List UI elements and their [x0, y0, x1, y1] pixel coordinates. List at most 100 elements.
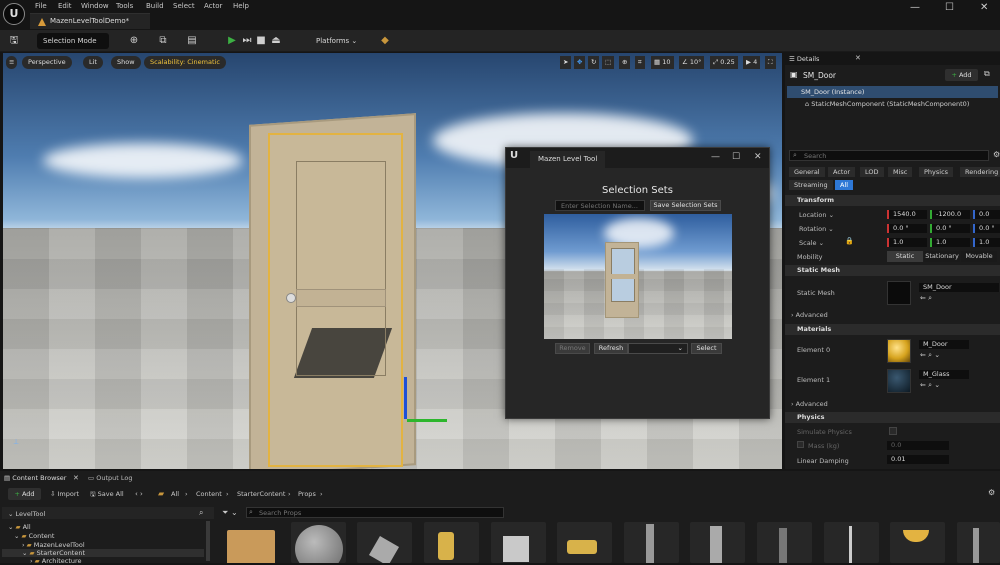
- viewport-menu-icon[interactable]: ≡: [6, 56, 18, 69]
- select-tool-icon[interactable]: ➤: [560, 56, 572, 69]
- breadcrumb-all[interactable]: All: [171, 490, 179, 498]
- play-icon[interactable]: ▶: [225, 34, 239, 48]
- category-misc[interactable]: Misc: [888, 167, 913, 177]
- rotation-label[interactable]: Rotation ⌄: [799, 225, 834, 233]
- component-row[interactable]: ⌂ StaticMeshComponent (StaticMeshCompone…: [805, 100, 969, 108]
- gizmo-z-axis[interactable]: [404, 377, 407, 419]
- browse-icon[interactable]: ⇐ ⌕ ⌄: [920, 381, 940, 390]
- menu-tools[interactable]: Tools: [116, 2, 133, 10]
- blueprint-icon[interactable]: ⧉: [156, 34, 170, 48]
- menu-help[interactable]: Help: [233, 2, 249, 10]
- close-icon[interactable]: ✕: [855, 54, 861, 62]
- asset-tile-statue[interactable]: [357, 522, 412, 563]
- breadcrumb-props[interactable]: Props: [298, 490, 316, 498]
- menu-edit[interactable]: Edit: [58, 2, 72, 10]
- close-icon[interactable]: ✕: [980, 2, 988, 13]
- browse-icon[interactable]: ⇐ ⌕ ⌄: [920, 351, 940, 360]
- location-x-field[interactable]: 1540.0: [887, 210, 927, 219]
- eject-icon[interactable]: ⏏: [269, 34, 283, 48]
- search-icon[interactable]: ⌕: [199, 508, 203, 518]
- mobility-stationary[interactable]: Stationary: [924, 251, 960, 262]
- import-button[interactable]: ⇩ Import: [50, 490, 79, 498]
- save-all-button[interactable]: 🖫 Save All: [90, 490, 124, 501]
- simulate-physics-checkbox[interactable]: [889, 427, 897, 435]
- category-general[interactable]: General: [789, 167, 825, 177]
- add-component-button[interactable]: + Add: [945, 69, 978, 81]
- physics-section-header[interactable]: Physics: [785, 412, 1000, 423]
- select-button[interactable]: Select: [691, 343, 722, 354]
- close-icon[interactable]: ✕: [73, 474, 79, 482]
- linear-damping-field[interactable]: 0.01: [887, 455, 949, 464]
- asset-tile-panel[interactable]: [757, 522, 812, 563]
- asset-tile-lamp-pole[interactable]: [824, 522, 879, 563]
- grid-snap-icon[interactable]: ▦ 10: [651, 56, 674, 69]
- save-selection-sets-button[interactable]: Save Selection Sets: [650, 200, 721, 211]
- menu-file[interactable]: File: [35, 2, 47, 10]
- scale-x-field[interactable]: 1.0: [887, 238, 927, 247]
- camera-speed-icon[interactable]: ▶ 4: [743, 56, 761, 69]
- breadcrumb-startercontent[interactable]: StarterContent: [237, 490, 285, 498]
- maximize-viewport-icon[interactable]: ⛶: [765, 56, 776, 69]
- asset-tile-lamp[interactable]: [890, 522, 945, 563]
- breadcrumb-content[interactable]: Content: [196, 490, 222, 498]
- lock-icon[interactable]: 🔒: [845, 237, 854, 245]
- details-search-input[interactable]: [789, 150, 989, 161]
- asset-tile-door-frame[interactable]: [624, 522, 679, 563]
- show-button[interactable]: Show: [111, 56, 141, 69]
- minimize-icon[interactable]: —: [711, 152, 720, 162]
- scale-y-field[interactable]: 1.0: [930, 238, 970, 247]
- selection-name-input[interactable]: [555, 200, 645, 211]
- actor-name[interactable]: SM_Door: [803, 71, 836, 80]
- scale-label[interactable]: Scale ⌄: [799, 239, 824, 247]
- material-door-thumbnail[interactable]: [887, 339, 911, 363]
- blueprint-icon[interactable]: ⧉: [984, 69, 990, 79]
- menu-select[interactable]: Select: [173, 2, 195, 10]
- settings-icon[interactable]: ⚙: [988, 488, 995, 497]
- static-mesh-thumbnail[interactable]: [887, 281, 911, 305]
- category-physics[interactable]: Physics: [919, 167, 954, 177]
- marketplace-icon[interactable]: ◆: [378, 34, 392, 48]
- remove-button[interactable]: Remove: [555, 343, 590, 354]
- category-lod[interactable]: LOD: [860, 167, 884, 177]
- details-tab[interactable]: ☰ Details: [789, 55, 819, 63]
- sources-header[interactable]: ⌄ LevelTool ⌕: [2, 507, 214, 519]
- tree-item-mazenleveltool[interactable]: › ▰ MazenLevelTool: [22, 541, 85, 549]
- mobility-movable[interactable]: Movable: [961, 251, 997, 262]
- step-icon[interactable]: ⏭: [240, 34, 254, 48]
- tree-item-architecture[interactable]: › ▰ Architecture: [30, 557, 82, 565]
- mobility-static[interactable]: Static: [887, 251, 923, 262]
- scale-z-field[interactable]: 1.0: [973, 238, 1000, 247]
- minimize-icon[interactable]: —: [910, 2, 920, 13]
- tool-tab[interactable]: Mazen Level Tool: [530, 151, 606, 168]
- document-tab[interactable]: MazenLevelToolDemo*: [30, 13, 150, 29]
- rotate-tool-icon[interactable]: ↻: [588, 56, 600, 69]
- location-z-field[interactable]: 0.0: [973, 210, 1000, 219]
- rotation-y-field[interactable]: 0.0 °: [930, 224, 970, 233]
- maximize-icon[interactable]: ☐: [945, 2, 954, 13]
- content-browser-tab[interactable]: ▤ Content Browser: [4, 474, 66, 482]
- transform-section-header[interactable]: Transform: [785, 195, 1000, 206]
- static-mesh-advanced[interactable]: › Advanced: [791, 311, 828, 319]
- menu-build[interactable]: Build: [146, 2, 164, 10]
- settings-icon[interactable]: ⚙: [993, 150, 1000, 159]
- gizmo-x-axis[interactable]: [407, 419, 447, 422]
- tree-scrollbar[interactable]: [206, 521, 210, 561]
- close-icon[interactable]: ✕: [754, 152, 762, 162]
- mass-checkbox[interactable]: [797, 441, 804, 448]
- rotation-z-field[interactable]: 0.0 °: [973, 224, 1000, 233]
- element1-dropdown[interactable]: M_Glass: [919, 370, 969, 379]
- category-rendering[interactable]: Rendering: [960, 167, 1000, 177]
- location-y-field[interactable]: -1200.0: [930, 210, 970, 219]
- instance-row[interactable]: SM_Door (Instance): [787, 86, 998, 98]
- category-all[interactable]: All: [835, 180, 854, 190]
- tree-item-startercontent[interactable]: ⌄ ▰ StarterContent: [2, 549, 204, 557]
- asset-tile-sphere[interactable]: [291, 522, 346, 563]
- scale-tool-icon[interactable]: ⬚: [602, 56, 615, 69]
- asset-search-input[interactable]: [246, 507, 504, 518]
- material-glass-thumbnail[interactable]: [887, 369, 911, 393]
- materials-section-header[interactable]: Materials: [785, 324, 1000, 335]
- materials-advanced[interactable]: › Advanced: [791, 400, 828, 408]
- menu-actor[interactable]: Actor: [204, 2, 222, 10]
- output-log-tab[interactable]: ▭ Output Log: [88, 474, 132, 482]
- asset-tile-folder[interactable]: [224, 522, 279, 563]
